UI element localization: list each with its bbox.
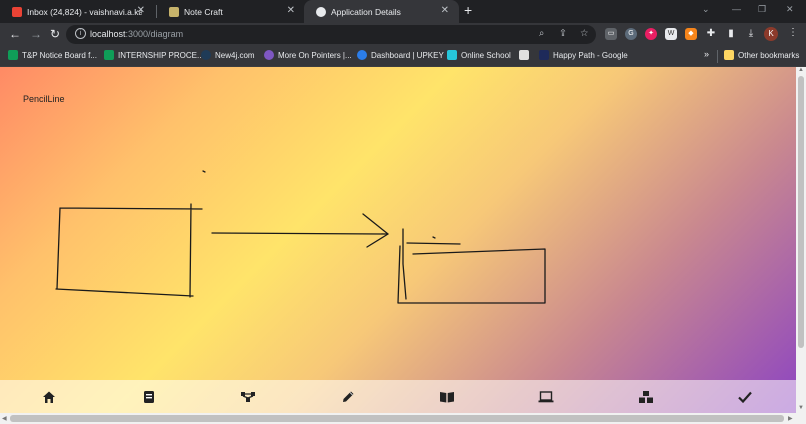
- bookmark-item[interactable]: [519, 50, 533, 60]
- pointers-icon: [264, 50, 274, 60]
- notecraft-icon: [169, 6, 179, 17]
- extension-icon[interactable]: ▭: [605, 28, 617, 40]
- gmail-icon: [12, 6, 22, 17]
- sketch-dot: [202, 170, 206, 173]
- vertical-scroll-thumb[interactable]: [798, 76, 804, 348]
- sketch-stroke-top: [406, 242, 461, 245]
- bookmark-item[interactable]: Happy Path - Google: [539, 50, 628, 60]
- download-icon[interactable]: ⤓: [745, 28, 757, 40]
- close-window-icon[interactable]: ✕: [786, 4, 794, 15]
- menu-icon[interactable]: ⋮: [788, 27, 798, 38]
- bookmark-label: More On Pointers |...: [278, 50, 352, 60]
- bookmarks-overflow-button[interactable]: »: [704, 49, 709, 59]
- horizontal-scrollbar[interactable]: ◀ ▶: [0, 413, 806, 424]
- extension-pink-icon[interactable]: ✦: [645, 28, 657, 40]
- close-icon[interactable]: ✕: [137, 5, 145, 16]
- bookmark-label: Online School: [461, 50, 511, 60]
- profile-avatar[interactable]: K: [764, 27, 778, 41]
- tab-title: Application Details: [331, 6, 401, 17]
- tab-strip: Inbox (24,824) - vaishnavi.a.kale@ ✕ Not…: [0, 0, 806, 23]
- diagram-icon[interactable]: [239, 388, 257, 406]
- bottom-toolbar: [0, 380, 796, 413]
- sketch-arrow-head: [362, 213, 389, 248]
- back-icon[interactable]: ←: [9, 27, 21, 41]
- happy-path-icon: [539, 50, 549, 60]
- close-icon[interactable]: ✕: [287, 5, 295, 16]
- new-tab-button[interactable]: +: [464, 2, 472, 18]
- sheets-icon: [104, 50, 114, 60]
- blocks-icon[interactable]: [637, 388, 655, 406]
- close-icon[interactable]: ✕: [441, 5, 449, 16]
- bookmark-label: New4j.com: [215, 50, 255, 60]
- share-icon[interactable]: ⇪: [559, 28, 567, 39]
- vertical-scrollbar[interactable]: ▲ ▼: [796, 67, 806, 413]
- metamask-icon[interactable]: ◆: [685, 28, 697, 40]
- restore-icon[interactable]: ❐: [758, 4, 766, 15]
- side-panel-icon[interactable]: ▮: [725, 28, 737, 40]
- bookmark-item[interactable]: More On Pointers |...: [264, 50, 352, 60]
- other-bookmarks-label: Other bookmarks: [738, 50, 800, 60]
- extension-w-icon[interactable]: W: [665, 28, 677, 40]
- url-host: localhost: [90, 29, 126, 39]
- bookmark-item[interactable]: T&P Notice Board f...: [8, 50, 97, 60]
- scroll-down-icon[interactable]: ▼: [798, 405, 804, 411]
- new4j-icon: [201, 50, 211, 60]
- app-details-icon: [316, 6, 326, 17]
- sketch-rectangle-left: [55, 203, 203, 298]
- grammarly-icon[interactable]: G: [625, 28, 637, 40]
- tab-title: Inbox (24,824) - vaishnavi.a.kale@: [27, 6, 142, 17]
- forward-icon[interactable]: →: [30, 27, 42, 41]
- minimize-icon[interactable]: —: [732, 4, 741, 14]
- url-path: :3000/diagram: [125, 29, 184, 39]
- scroll-left-icon[interactable]: ◀: [2, 415, 7, 422]
- reload-icon[interactable]: ↻: [50, 27, 60, 41]
- bookmark-item[interactable]: Dashboard | UPKEY: [357, 50, 444, 60]
- sketch-rectangle-right: [397, 245, 546, 304]
- tab-title: Note Craft: [184, 6, 223, 17]
- url-text: localhost:3000/diagram: [90, 29, 183, 39]
- tab-inbox[interactable]: Inbox (24,824) - vaishnavi.a.kale@ ✕: [0, 0, 155, 23]
- diagram-page: PencilLine: [0, 67, 796, 413]
- bookmark-label: Dashboard | UPKEY: [371, 50, 444, 60]
- horizontal-scroll-thumb[interactable]: [10, 415, 784, 422]
- other-bookmarks[interactable]: Other bookmarks: [724, 50, 799, 60]
- bookmark-label: INTERNSHIP PROCE...: [118, 50, 204, 60]
- upkey-icon: [357, 50, 367, 60]
- check-icon[interactable]: [736, 388, 754, 406]
- sketch-small-mark: [432, 236, 436, 239]
- site-info-icon[interactable]: i: [75, 28, 86, 39]
- sketch-arrow-line: [211, 232, 389, 235]
- bookmark-image-icon: [519, 50, 529, 60]
- tab-search-icon[interactable]: ⌄: [702, 4, 710, 15]
- pencil-icon[interactable]: [339, 388, 357, 406]
- book-open-icon[interactable]: [438, 388, 456, 406]
- address-bar[interactable]: i localhost:3000/diagram ⌕ ⇪ ☆: [66, 25, 596, 44]
- browser-toolbar: ← → ↻ i localhost:3000/diagram ⌕ ⇪ ☆ ▭ G…: [0, 23, 806, 46]
- folder-icon: [724, 50, 734, 60]
- bookmark-label: Happy Path - Google: [553, 50, 628, 60]
- bookmark-label: T&P Notice Board f...: [22, 50, 97, 60]
- bookmark-item[interactable]: New4j.com: [201, 50, 255, 60]
- bookmarks-bar: T&P Notice Board f... INTERNSHIP PROCE..…: [0, 46, 806, 67]
- laptop-icon[interactable]: [537, 388, 555, 406]
- online-school-icon: [447, 50, 457, 60]
- bookmark-star-icon[interactable]: ☆: [580, 28, 589, 39]
- sketch-stroke-vertical: [402, 228, 407, 300]
- scroll-right-icon[interactable]: ▶: [788, 415, 793, 422]
- zoom-icon[interactable]: ⌕: [539, 28, 544, 39]
- bookmarks-divider: [717, 50, 718, 63]
- sheets-icon: [8, 50, 18, 60]
- scroll-up-icon[interactable]: ▲: [798, 67, 804, 73]
- notebook-icon[interactable]: [140, 388, 158, 406]
- tab-note-craft[interactable]: Note Craft ✕: [157, 0, 305, 23]
- bookmark-item[interactable]: Online School: [447, 50, 511, 60]
- extensions-puzzle-icon[interactable]: ✚: [705, 28, 717, 40]
- bookmark-item[interactable]: INTERNSHIP PROCE...: [104, 50, 204, 60]
- home-icon[interactable]: [40, 388, 58, 406]
- drawing-canvas[interactable]: [0, 67, 796, 380]
- tab-application-details[interactable]: Application Details ✕: [304, 0, 459, 23]
